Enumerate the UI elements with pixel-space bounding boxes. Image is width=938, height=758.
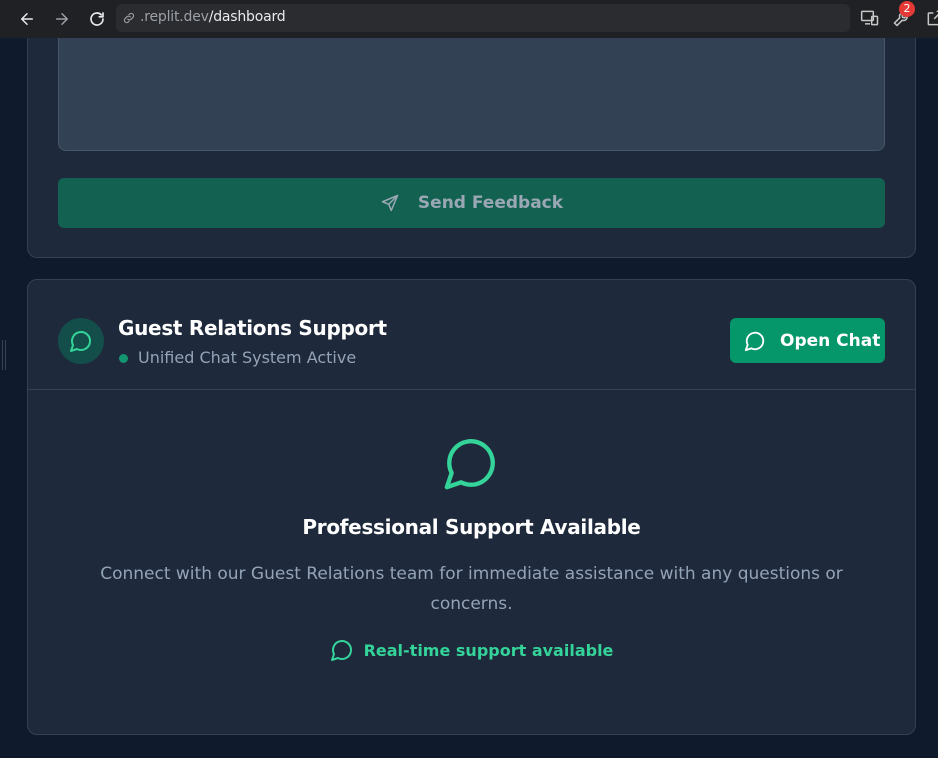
status-dot	[119, 354, 128, 363]
send-icon	[381, 194, 399, 212]
support-card-body: Professional Support Available Connect w…	[28, 391, 915, 734]
support-body-description: Connect with our Guest Relations team fo…	[100, 564, 843, 614]
reload-icon	[90, 12, 104, 26]
open-external-icon[interactable]	[925, 8, 938, 28]
send-feedback-button[interactable]: Send Feedback	[58, 178, 885, 228]
support-avatar	[58, 318, 104, 364]
browser-toolbar: .replit.dev/dashboard 2	[0, 0, 938, 38]
chat-bubble-large-icon	[444, 439, 495, 490]
url-path: /dashboard	[208, 9, 286, 25]
link-icon	[123, 12, 135, 24]
feedback-card: Send Feedback	[27, 38, 916, 258]
open-chat-label: Open Chat	[780, 330, 881, 351]
open-chat-button[interactable]: Open Chat	[730, 318, 885, 363]
arrow-left-icon	[21, 13, 33, 25]
reload-button[interactable]	[86, 8, 108, 30]
back-button[interactable]	[16, 8, 38, 30]
forward-button[interactable]	[51, 8, 73, 30]
notification-badge: 2	[899, 1, 915, 17]
dashboard-page: Send Feedback Guest Relations Support Un…	[0, 38, 938, 758]
address-bar[interactable]: .replit.dev/dashboard	[116, 4, 850, 32]
arrow-right-icon	[56, 13, 68, 25]
url-text: .replit.dev/dashboard	[140, 9, 286, 25]
feedback-textarea[interactable]	[58, 38, 885, 151]
support-title: Guest Relations Support	[118, 316, 387, 340]
chat-bubble-icon	[70, 331, 91, 352]
device-toggle-icon[interactable]	[860, 8, 880, 28]
realtime-support-indicator: Real-time support available	[28, 638, 915, 662]
chat-bubble-icon	[330, 640, 352, 661]
support-card-header: Guest Relations Support Unified Chat Sys…	[28, 280, 915, 390]
support-status: Unified Chat System Active	[138, 348, 357, 367]
resize-handle[interactable]	[2, 340, 6, 370]
url-host: .replit.dev	[140, 9, 209, 25]
support-body-title: Professional Support Available	[302, 515, 641, 539]
guest-relations-card: Guest Relations Support Unified Chat Sys…	[27, 279, 916, 735]
send-feedback-label: Send Feedback	[417, 193, 564, 213]
chat-bubble-icon	[744, 331, 765, 351]
realtime-support-label: Real-time support available	[363, 640, 614, 660]
